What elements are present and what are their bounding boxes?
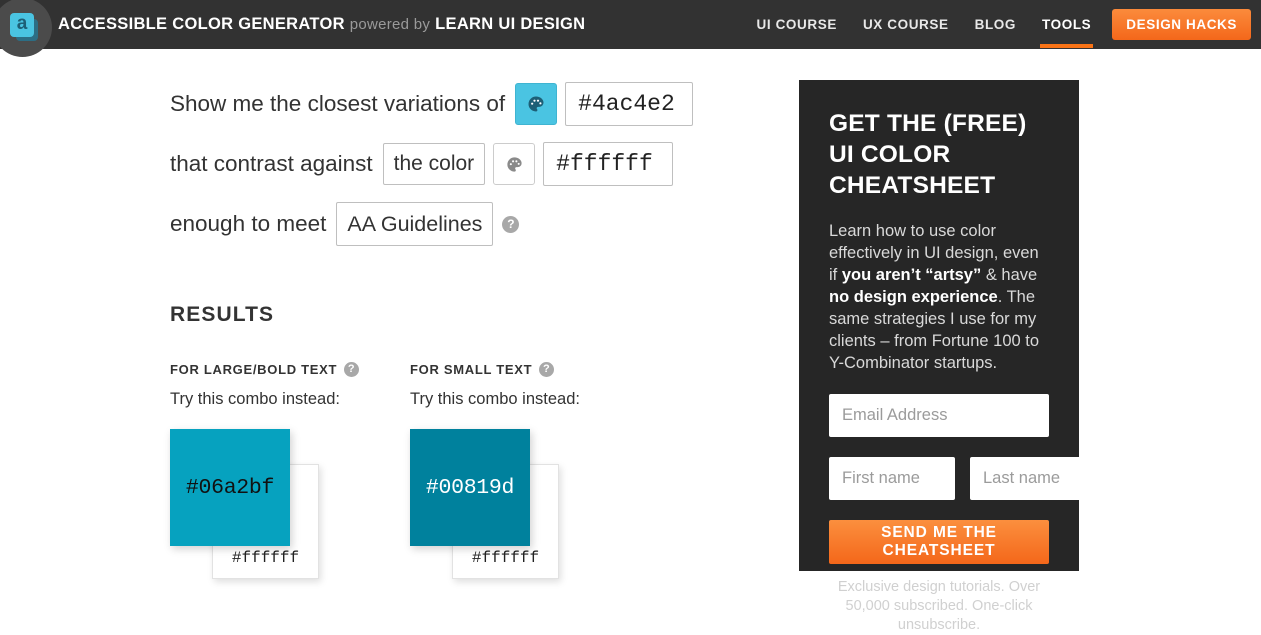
description-bold-2: no design experience bbox=[829, 288, 998, 306]
send-cheatsheet-button[interactable]: SEND ME THE CHEATSHEET bbox=[829, 520, 1049, 564]
brand-company: LEARN UI DESIGN bbox=[435, 15, 586, 33]
main-navigation: UI COURSE UX COURSE BLOG TOOLS DESIGN HA… bbox=[744, 0, 1251, 49]
brand-powered-by: powered by bbox=[349, 16, 431, 33]
result-heading-large-bold: FOR LARGE/BOLD TEXT ? bbox=[170, 362, 360, 377]
query-line-2: that contrast against the color #ffffff bbox=[170, 138, 693, 190]
newsletter-signup-panel: GET THE (FREE) UI COLOR CHEATSHEET Learn… bbox=[799, 80, 1096, 633]
logo-front-square: a bbox=[10, 12, 34, 37]
help-icon[interactable]: ? bbox=[502, 215, 520, 233]
result-heading-small-text: FOR SMALL TEXT ? bbox=[410, 362, 580, 377]
description-bold-1: you aren’t “artsy” bbox=[841, 266, 982, 284]
combo-foreground-swatch[interactable]: #00819d bbox=[410, 429, 530, 546]
result-heading-label: FOR SMALL TEXT bbox=[410, 362, 533, 377]
description-part-2: & have bbox=[981, 266, 1038, 284]
first-name-field[interactable] bbox=[829, 457, 955, 500]
result-column-small-text: FOR SMALL TEXT ? Try this combo instead:… bbox=[410, 362, 580, 579]
query-line-1: Show me the closest variations of #4ac4e… bbox=[170, 78, 694, 130]
result-column-large-bold: FOR LARGE/BOLD TEXT ? Try this combo ins… bbox=[170, 362, 360, 579]
query-line-1-label: Show me the closest variations of bbox=[170, 91, 506, 116]
palette-icon bbox=[507, 156, 522, 172]
result-subtext: Try this combo instead: bbox=[170, 390, 340, 408]
contrast-color-picker-button[interactable] bbox=[493, 143, 536, 185]
name-fields-row bbox=[829, 437, 1096, 500]
help-icon[interactable]: ? bbox=[344, 362, 360, 377]
palette-icon bbox=[528, 96, 544, 112]
query-line-2-label: that contrast against bbox=[170, 151, 373, 176]
result-subtext: Try this combo instead: bbox=[410, 390, 580, 408]
color-combo-large-bold: #ffffff #06a2bf bbox=[170, 429, 340, 579]
query-builder: Show me the closest variations of #4ac4e… bbox=[170, 78, 694, 258]
newsletter-description: Learn how to use color effectively in UI… bbox=[829, 220, 1049, 374]
combo-foreground-swatch[interactable]: #06a2bf bbox=[170, 429, 290, 546]
guidelines-select[interactable]: AA Guidelines bbox=[336, 202, 494, 246]
query-line-3-label: enough to meet bbox=[170, 211, 327, 236]
last-name-field[interactable] bbox=[970, 457, 1096, 500]
nav-item-ux-course[interactable]: UX COURSE bbox=[850, 1, 962, 48]
email-field[interactable] bbox=[829, 394, 1049, 437]
newsletter-title: GET THE (FREE) UI COLOR CHEATSHEET bbox=[829, 110, 1027, 199]
accessibility-logo-icon: a bbox=[10, 12, 40, 43]
contrast-color-hex-input[interactable]: #ffffff bbox=[543, 142, 674, 186]
nav-item-tools[interactable]: TOOLS bbox=[1029, 1, 1104, 48]
contrast-target-select[interactable]: the color bbox=[382, 143, 486, 185]
help-icon[interactable]: ? bbox=[539, 362, 555, 377]
query-line-3: enough to meet AA Guidelines ? bbox=[170, 198, 693, 250]
brand: ACCESSIBLE COLOR GENERATOR powered by LE… bbox=[58, 15, 585, 34]
results-columns: FOR LARGE/BOLD TEXT ? Try this combo ins… bbox=[170, 362, 580, 579]
base-color-picker-button[interactable] bbox=[515, 83, 558, 125]
newsletter-footnote: Exclusive design tutorials. Over 50,000 … bbox=[837, 579, 1041, 633]
nav-item-blog[interactable]: BLOG bbox=[962, 1, 1029, 48]
color-combo-small-text: #ffffff #00819d bbox=[410, 429, 580, 579]
results-heading: RESULTS bbox=[170, 303, 275, 326]
base-color-hex-input[interactable]: #4ac4e2 bbox=[565, 82, 694, 126]
brand-title: ACCESSIBLE COLOR GENERATOR bbox=[58, 15, 345, 33]
site-header: a ACCESSIBLE COLOR GENERATOR powered by … bbox=[0, 0, 1261, 57]
logo[interactable]: a bbox=[0, 0, 52, 57]
design-hacks-button[interactable]: DESIGN HACKS bbox=[1112, 9, 1251, 40]
result-heading-label: FOR LARGE/BOLD TEXT bbox=[170, 362, 338, 377]
nav-item-ui-course[interactable]: UI COURSE bbox=[744, 1, 850, 48]
